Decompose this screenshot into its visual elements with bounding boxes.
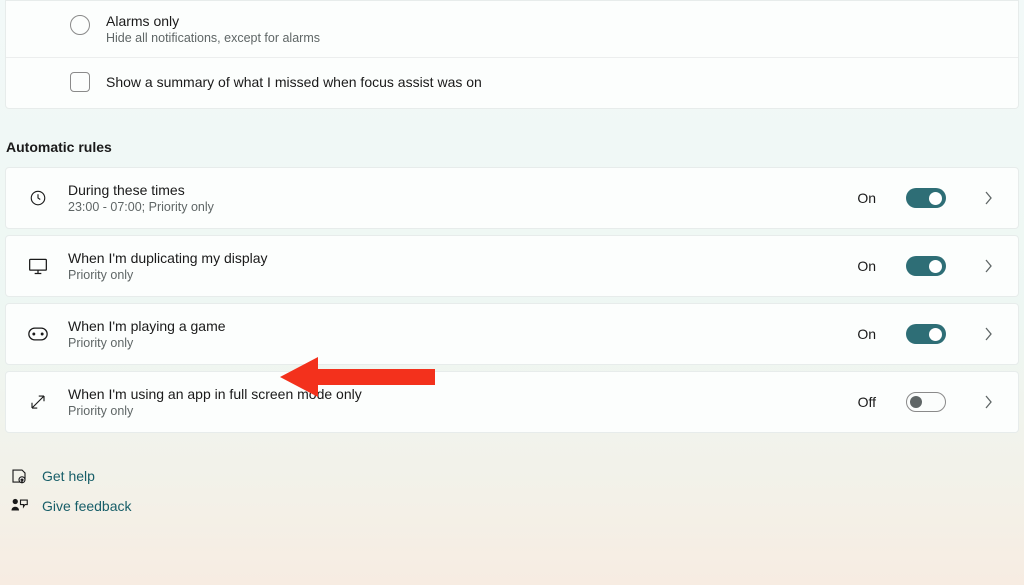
get-help-label: Get help: [42, 468, 95, 484]
rule-duplicating-text: When I'm duplicating my display Priority…: [68, 250, 837, 282]
rule-gaming-status: On: [857, 326, 876, 342]
give-feedback-link[interactable]: Give feedback: [10, 491, 1014, 521]
rule-fullscreen-toggle[interactable]: [906, 392, 946, 412]
summary-checkbox-row[interactable]: Show a summary of what I missed when foc…: [6, 57, 1018, 108]
rule-playing-game[interactable]: When I'm playing a game Priority only On: [5, 303, 1019, 365]
rule-times-title: During these times: [68, 182, 837, 198]
clock-icon: [28, 188, 48, 208]
help-links: ? Get help Give feedback: [0, 439, 1024, 521]
summary-checkbox-label: Show a summary of what I missed when foc…: [106, 74, 482, 90]
fullscreen-icon: [28, 392, 48, 412]
chevron-right-icon: [982, 259, 996, 273]
feedback-icon: [10, 497, 28, 515]
rule-duplicating-toggle[interactable]: [906, 256, 946, 276]
alarms-only-option[interactable]: Alarms only Hide all notifications, exce…: [6, 1, 1018, 57]
alarms-only-title: Alarms only: [106, 13, 320, 29]
rule-fullscreen-text: When I'm using an app in full screen mod…: [68, 386, 838, 418]
rule-gaming-text: When I'm playing a game Priority only: [68, 318, 837, 350]
alarms-only-text: Alarms only Hide all notifications, exce…: [106, 13, 320, 45]
gamepad-icon: [28, 324, 48, 344]
rule-fullscreen[interactable]: When I'm using an app in full screen mod…: [5, 371, 1019, 433]
rule-fullscreen-sub: Priority only: [68, 404, 838, 418]
rule-fullscreen-status: Off: [858, 394, 876, 410]
chevron-right-icon: [982, 395, 996, 409]
chevron-right-icon: [982, 191, 996, 205]
rule-duplicating-status: On: [857, 258, 876, 274]
rule-duplicating-display[interactable]: When I'm duplicating my display Priority…: [5, 235, 1019, 297]
rule-duplicating-title: When I'm duplicating my display: [68, 250, 837, 266]
rule-gaming-title: When I'm playing a game: [68, 318, 837, 334]
alarms-only-sub: Hide all notifications, except for alarm…: [106, 31, 320, 45]
monitor-icon: [28, 256, 48, 276]
chevron-right-icon: [982, 327, 996, 341]
give-feedback-label: Give feedback: [42, 498, 132, 514]
rule-gaming-toggle[interactable]: [906, 324, 946, 344]
checkbox-icon: [70, 72, 90, 92]
rule-gaming-sub: Priority only: [68, 336, 837, 350]
rule-duplicating-sub: Priority only: [68, 268, 837, 282]
rule-during-times[interactable]: During these times 23:00 - 07:00; Priori…: [5, 167, 1019, 229]
automatic-rules-header: Automatic rules: [0, 139, 1024, 167]
radio-icon: [70, 15, 90, 35]
help-icon: ?: [10, 467, 28, 485]
focus-options-group: Alarms only Hide all notifications, exce…: [5, 0, 1019, 109]
get-help-link[interactable]: ? Get help: [10, 461, 1014, 491]
rule-times-status: On: [857, 190, 876, 206]
rule-fullscreen-title: When I'm using an app in full screen mod…: [68, 386, 838, 402]
rule-times-sub: 23:00 - 07:00; Priority only: [68, 200, 837, 214]
rule-times-toggle[interactable]: [906, 188, 946, 208]
rule-times-text: During these times 23:00 - 07:00; Priori…: [68, 182, 837, 214]
